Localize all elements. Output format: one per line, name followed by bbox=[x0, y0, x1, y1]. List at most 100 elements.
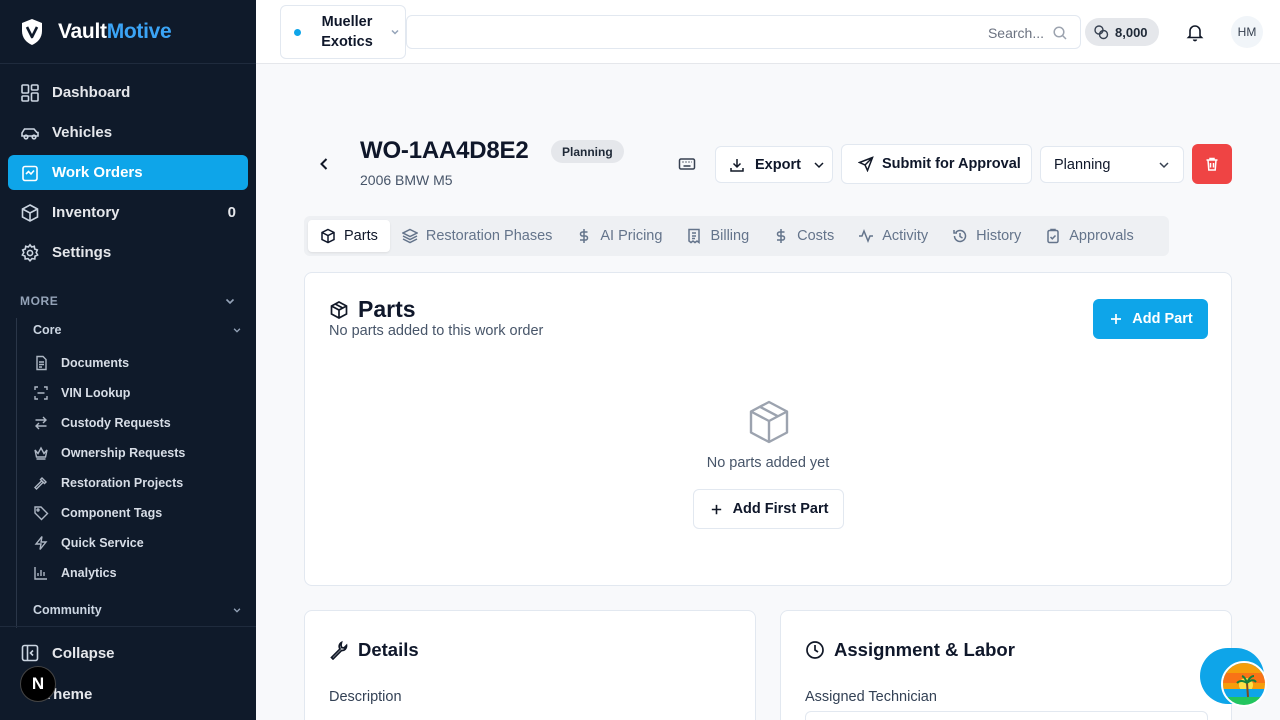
back-arrow-icon[interactable] bbox=[314, 154, 334, 174]
sidebar-collapse-icon bbox=[21, 644, 39, 662]
sidebar-item-label: Restoration Projects bbox=[61, 476, 184, 490]
delete-button[interactable] bbox=[1192, 144, 1232, 184]
description-label: Description bbox=[329, 689, 402, 705]
community-group-toggle[interactable]: Community bbox=[17, 598, 256, 622]
sidebar-item-restoration-projects[interactable]: Restoration Projects bbox=[17, 468, 256, 498]
nav-item-work-orders[interactable]: Work Orders bbox=[8, 155, 248, 190]
parts-title: Parts bbox=[329, 296, 416, 323]
document-icon bbox=[36, 355, 47, 371]
sidebar-item-ownership-requests[interactable]: Ownership Requests bbox=[17, 438, 256, 468]
dollar-icon bbox=[580, 229, 589, 243]
sidebar-item-label: VIN Lookup bbox=[61, 386, 131, 400]
nav-item-inventory[interactable]: Inventory 0 bbox=[8, 195, 248, 230]
empty-state-text: No parts added yet bbox=[706, 455, 830, 471]
assistant-avatar[interactable] bbox=[1221, 661, 1267, 707]
car-icon bbox=[21, 127, 39, 140]
export-button[interactable]: Export bbox=[715, 146, 833, 183]
clipboard-check-icon bbox=[1047, 228, 1060, 244]
nav-item-settings[interactable]: Settings bbox=[8, 235, 248, 270]
hammer-icon bbox=[34, 477, 47, 490]
core-label: Core bbox=[33, 323, 62, 337]
shop-name: Mueller Exotics bbox=[321, 14, 373, 50]
status-select[interactable]: Planning bbox=[1040, 146, 1184, 183]
collapse-button[interactable]: Collapse bbox=[20, 643, 115, 663]
sidebar-item-vin-lookup[interactable]: VIN Lookup bbox=[17, 378, 256, 408]
add-part-button[interactable]: Add Part bbox=[1093, 299, 1208, 339]
search-icon bbox=[1053, 26, 1067, 40]
parts-description: No parts added to this work order bbox=[329, 323, 544, 339]
tab-approvals[interactable]: Approvals bbox=[1033, 220, 1145, 252]
nav-label: Vehicles bbox=[52, 124, 113, 141]
tab-label: Billing bbox=[710, 228, 750, 244]
export-label: Export bbox=[755, 156, 801, 173]
nav-label: Dashboard bbox=[52, 84, 131, 101]
plus-icon bbox=[711, 504, 721, 514]
tab-billing[interactable]: Billing bbox=[674, 220, 761, 252]
tab-history[interactable]: History bbox=[940, 220, 1033, 252]
status-badge: Planning bbox=[551, 140, 624, 163]
status-select-value: Planning bbox=[1054, 156, 1111, 173]
sidebar-item-documents[interactable]: Documents bbox=[17, 348, 256, 378]
box-icon bbox=[749, 400, 789, 444]
nav-item-dashboard[interactable]: Dashboard bbox=[8, 75, 248, 110]
tab-parts[interactable]: Parts bbox=[308, 220, 390, 252]
tag-icon bbox=[34, 506, 49, 521]
add-first-part-button[interactable]: Add First Part bbox=[693, 489, 844, 529]
sidebar-item-component-tags[interactable]: Component Tags bbox=[17, 498, 256, 528]
layers-icon bbox=[401, 228, 418, 244]
keyboard-icon[interactable] bbox=[677, 154, 697, 174]
box-icon bbox=[321, 228, 335, 244]
core-group-toggle[interactable]: Core bbox=[17, 318, 256, 342]
credits-value: 8,000 bbox=[1115, 24, 1148, 40]
technician-select[interactable] bbox=[805, 711, 1208, 720]
tab-label: Parts bbox=[344, 228, 378, 244]
submit-for-approval-button[interactable]: Submit for Approval bbox=[841, 144, 1032, 184]
plus-icon bbox=[1111, 314, 1122, 324]
shop-selector[interactable]: Mueller Exotics bbox=[280, 5, 406, 59]
wrench-icon bbox=[330, 640, 348, 660]
assignment-card: Assignment & Labor Assigned Technician bbox=[780, 610, 1232, 720]
collapse-label: Collapse bbox=[52, 644, 115, 662]
tab-restoration-phases[interactable]: Restoration Phases bbox=[390, 220, 565, 252]
search-input[interactable]: Search... bbox=[406, 15, 1081, 49]
parts-card: Parts No parts added to this work order … bbox=[304, 272, 1232, 586]
tab-costs[interactable]: Costs bbox=[761, 220, 846, 252]
sidebar-item-quick-service[interactable]: Quick Service bbox=[17, 528, 256, 558]
tab-ai-pricing[interactable]: AI Pricing bbox=[564, 220, 674, 252]
sidebar-item-custody-requests[interactable]: Custody Requests bbox=[17, 408, 256, 438]
brand-name-part2: Motive bbox=[106, 19, 172, 43]
search-placeholder: Search... bbox=[987, 25, 1044, 41]
tab-label: AI Pricing bbox=[600, 228, 663, 244]
brand-name: VaultMotive bbox=[58, 19, 172, 44]
tab-label: History bbox=[976, 228, 1022, 244]
bell-icon[interactable] bbox=[1185, 22, 1205, 42]
inventory-count: 0 bbox=[227, 204, 236, 221]
credits-badge[interactable]: 8,000 bbox=[1085, 18, 1159, 46]
next-badge-letter: N bbox=[31, 674, 45, 693]
tab-label: Activity bbox=[882, 228, 929, 244]
sidebar-item-analytics[interactable]: Analytics bbox=[17, 558, 256, 588]
box-icon bbox=[330, 300, 348, 319]
tab-activity[interactable]: Activity bbox=[846, 220, 940, 252]
chevron-down-icon bbox=[233, 328, 241, 333]
nav-item-vehicles[interactable]: Vehicles bbox=[8, 115, 248, 150]
sidebar-item-label: Documents bbox=[61, 356, 130, 370]
download-icon bbox=[730, 158, 744, 172]
tab-label: Costs bbox=[797, 228, 835, 244]
submit-label: Submit for Approval bbox=[882, 156, 1021, 172]
more-section-toggle[interactable]: MORE bbox=[0, 288, 256, 314]
bar-chart-icon bbox=[34, 567, 47, 580]
topbar: Mueller Exotics Search... 8,000 HM bbox=[256, 0, 1280, 64]
nextjs-dev-badge[interactable]: N bbox=[20, 666, 56, 702]
brand-name-part1: Vault bbox=[58, 19, 107, 43]
avatar-initials: HM bbox=[1237, 25, 1257, 39]
vehicle-subtitle: 2006 BMW M5 bbox=[360, 172, 453, 188]
avatar[interactable]: HM bbox=[1231, 16, 1263, 48]
coins-icon bbox=[1094, 25, 1109, 40]
brand[interactable]: VaultMotive bbox=[0, 0, 256, 64]
history-icon bbox=[953, 229, 967, 243]
chevron-down-icon bbox=[391, 29, 399, 35]
dashboard-icon bbox=[21, 83, 39, 102]
clock-icon bbox=[806, 641, 824, 659]
nav-label: Settings bbox=[52, 244, 112, 261]
